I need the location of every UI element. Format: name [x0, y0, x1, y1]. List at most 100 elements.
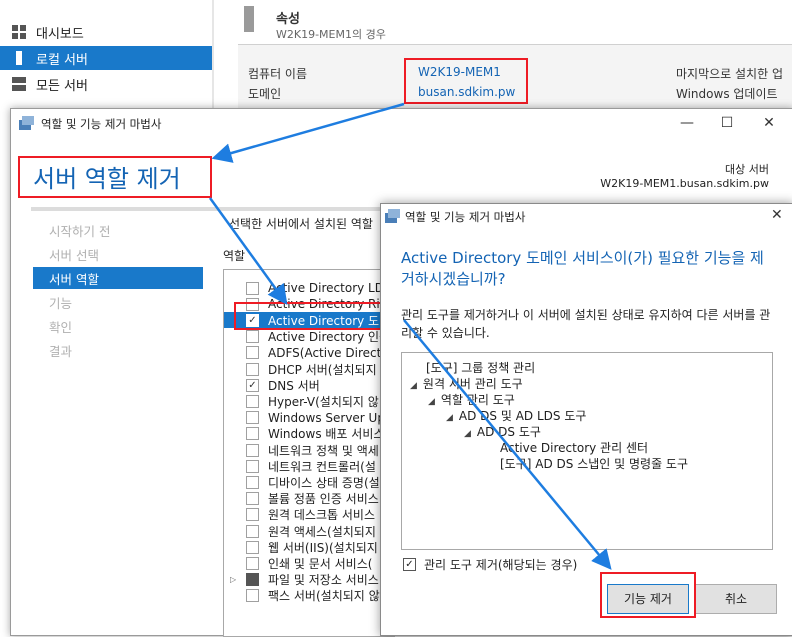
step-results[interactable]: 결과 [33, 339, 203, 361]
role-checkbox[interactable] [246, 411, 259, 425]
role-checkbox[interactable] [246, 492, 259, 506]
domain-label: 도메인 [248, 87, 282, 101]
remove-features-dialog: 역할 및 기능 제거 마법사 ✕ Active Directory 도메인 서비… [380, 203, 792, 636]
close-button[interactable]: ✕ [749, 111, 789, 135]
wizard-app-icon [19, 116, 34, 130]
tree-node-label: Active Directory 관리 센터 [500, 441, 649, 455]
role-label: 웹 서버(IIS)(설치되지 [268, 540, 378, 555]
role-item[interactable]: Hyper-V(설치되지 않 [224, 393, 394, 409]
collapse-icon[interactable]: ◢ [428, 397, 435, 407]
dialog-body: 관리 도구를 제거하거나 이 서버에 설치된 상태로 유지하여 다른 서버를 관… [401, 308, 771, 340]
role-checkbox[interactable] [246, 524, 259, 538]
role-label: Windows 배포 서비스 [268, 427, 385, 442]
tree-node: ◢ 원격 서버 관리 도구 [410, 375, 523, 392]
role-checkbox[interactable] [246, 540, 259, 554]
nav-item-local-server[interactable]: 로컬 서버 [0, 46, 212, 70]
wizard-description: 선택한 서버에서 설치된 역할 [229, 217, 373, 231]
role-item[interactable]: 팩스 서버(설치되지 않 [224, 588, 394, 604]
step-before-you-begin[interactable]: 시작하기 전 [33, 219, 203, 241]
minimize-button[interactable]: — [667, 111, 707, 135]
collapse-icon[interactable]: ◢ [464, 429, 471, 439]
features-tree: [도구] 그룹 정책 관리 ◢ 원격 서버 관리 도구 ◢ 역할 관리 도구 ◢ AD DS… [401, 352, 773, 550]
role-item[interactable]: ADFS(Active Director [224, 345, 394, 361]
role-label: Active Directory 인증 [268, 330, 391, 345]
role-checkbox[interactable]: ✓ [246, 378, 259, 392]
computer-name-highlight [404, 58, 528, 104]
checkbox-label: 관리 도구 제거(해당되는 경우) [424, 558, 578, 572]
role-checkbox[interactable] [246, 443, 259, 457]
nav-item-all-servers[interactable]: 모든 서버 [0, 72, 212, 96]
role-item[interactable]: Windows Server Upd [224, 410, 394, 426]
tree-node-label: 원격 서버 관리 도구 [422, 377, 523, 391]
role-checkbox[interactable] [246, 394, 259, 408]
role-item[interactable]: ▷ 파일 및 저장소 서비스 [224, 572, 394, 588]
role-checkbox[interactable] [246, 362, 259, 376]
wizard-titlebar: 역할 및 기능 제거 마법사 — ☐ ✕ [11, 109, 792, 137]
tree-node-label: [도구] 그룹 정책 관리 [426, 361, 536, 375]
role-checkbox[interactable] [246, 508, 259, 522]
role-item[interactable]: 디바이스 상태 증명(설 [224, 474, 394, 490]
role-highlight [234, 302, 404, 330]
tree-node-label: AD DS 및 AD LDS 도구 [458, 409, 587, 423]
role-checkbox[interactable] [246, 459, 259, 473]
server-icon [244, 6, 254, 32]
collapse-icon[interactable]: ◢ [446, 413, 453, 423]
dialog-heading: Active Directory 도메인 서비스이(가) 필요한 기능을 제거하… [401, 249, 764, 288]
role-item[interactable]: 인쇄 및 문서 서비스( [224, 555, 394, 571]
role-item[interactable]: DHCP 서버(설치되지 [224, 361, 394, 377]
checkbox[interactable]: ✓ [403, 558, 416, 571]
dialog-close-button[interactable]: ✕ [771, 207, 783, 223]
role-item[interactable]: Windows 배포 서비스 [224, 426, 394, 442]
role-item[interactable]: 원격 데스크톱 서비스 [224, 507, 394, 523]
wizard-title: 역할 및 기능 제거 마법사 [41, 117, 162, 131]
role-item[interactable]: 네트워크 정책 및 액세 [224, 442, 394, 458]
role-item[interactable]: 원격 액세스(설치되지 [224, 523, 394, 539]
step-features[interactable]: 기능 [33, 291, 203, 313]
role-item[interactable]: ✓ DNS 서버 [224, 377, 394, 393]
tree-node: [도구] AD DS 스냅인 및 명령줄 도구 [500, 455, 688, 472]
close-icon: ✕ [771, 207, 783, 223]
role-checkbox[interactable] [246, 330, 259, 344]
role-checkbox[interactable] [246, 556, 259, 570]
maximize-button[interactable]: ☐ [707, 111, 747, 135]
role-label: ADFS(Active Director [268, 345, 394, 360]
tree-node-label: AD DS 도구 [476, 425, 541, 439]
tree-node: Active Directory 관리 센터 [500, 439, 648, 456]
role-item[interactable]: Active Directory 인증 [224, 329, 394, 345]
header-separator [31, 207, 391, 211]
tree-node: [도구] 그룹 정책 관리 [426, 359, 535, 376]
wizard-app-icon [385, 209, 400, 223]
last-installed-label: 마지막으로 설치한 업 [676, 67, 783, 81]
role-label: DNS 서버 [268, 378, 320, 393]
role-checkbox[interactable] [246, 573, 259, 587]
remove-tools-checkbox[interactable]: ✓ 관리 도구 제거(해당되는 경우) [403, 556, 577, 573]
windows-update-label: Windows 업데이트 [676, 87, 778, 101]
cancel-button[interactable]: 취소 [695, 584, 777, 614]
target-server-value: W2K19-MEM1.busan.sdkim.pw [600, 177, 769, 190]
role-item[interactable]: 네트워크 컨트롤러(설 [224, 458, 394, 474]
step-server-roles[interactable]: 서버 역할 [33, 267, 203, 289]
tree-node: ◢ AD DS 도구 [464, 423, 541, 440]
role-checkbox[interactable] [246, 427, 259, 441]
role-item[interactable]: 볼륨 정품 인증 서비스 [224, 491, 394, 507]
step-server-selection[interactable]: 서버 선택 [33, 243, 203, 265]
role-item[interactable]: Active Directory LDS [224, 280, 394, 296]
tree-node: ◢ 역할 관리 도구 [428, 391, 515, 408]
role-checkbox[interactable] [246, 346, 259, 360]
role-checkbox[interactable] [246, 475, 259, 489]
role-label: 팩스 서버(설치되지 않 [268, 589, 380, 604]
tree-node-label: [도구] AD DS 스냅인 및 명령줄 도구 [500, 457, 688, 471]
expand-icon[interactable]: ▷ [230, 575, 236, 584]
role-item[interactable]: 웹 서버(IIS)(설치되지 [224, 539, 394, 555]
role-checkbox[interactable] [246, 589, 259, 603]
role-label: Hyper-V(설치되지 않 [268, 394, 379, 409]
role-checkbox[interactable] [246, 281, 259, 295]
server-manager-nav: 대시보드 로컬 서버 모든 서버 [0, 0, 212, 108]
close-icon: ✕ [763, 115, 775, 131]
collapse-icon[interactable]: ◢ [410, 381, 417, 391]
nav-item-dashboard[interactable]: 대시보드 [0, 20, 212, 44]
step-confirmation[interactable]: 확인 [33, 315, 203, 337]
dialog-titlebar: 역할 및 기능 제거 마법사 ✕ [381, 204, 792, 228]
tree-node-label: 역할 관리 도구 [440, 393, 515, 407]
tree-node: ◢ AD DS 및 AD LDS 도구 [446, 407, 586, 424]
